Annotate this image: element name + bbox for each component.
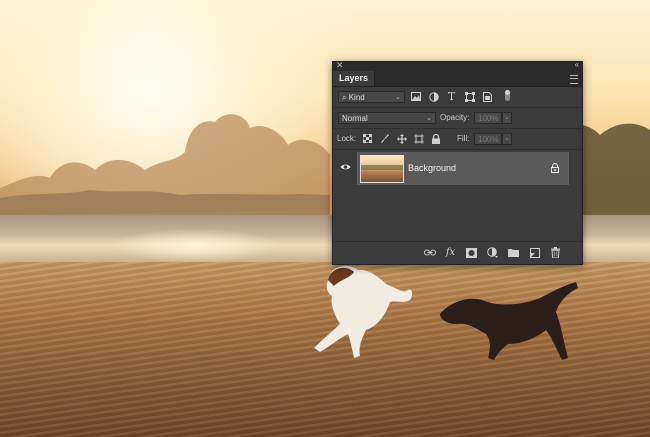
blend-mode-dropdown[interactable]: Normal ⌄ <box>338 112 436 124</box>
smart-object-filter-icon[interactable] <box>481 90 494 103</box>
shape-filter-icon[interactable] <box>463 90 476 103</box>
lock-all-icon[interactable] <box>429 132 442 145</box>
white-dog <box>314 265 413 358</box>
dark-dog <box>440 282 578 360</box>
new-layer-icon[interactable] <box>528 246 541 259</box>
fill-input[interactable]: 100% <box>474 133 502 145</box>
tab-layers[interactable]: Layers <box>333 71 376 86</box>
filter-icons: T <box>409 90 494 104</box>
filter-toggle-switch[interactable] <box>505 90 510 101</box>
type-filter-icon[interactable]: T <box>445 90 458 103</box>
layer-thumbnail <box>360 155 404 183</box>
new-group-icon[interactable] <box>507 246 520 259</box>
panel-bottom-bar: fx <box>333 241 582 264</box>
collapse-panel-icon[interactable]: ‹‹ <box>575 60 579 69</box>
running-dogs <box>314 265 578 360</box>
fill-label: Fill: <box>457 134 470 143</box>
adjustment-layer-icon[interactable] <box>486 246 499 259</box>
panel-menu-icon[interactable] <box>570 75 578 84</box>
lock-label: Lock: <box>337 134 357 143</box>
chevron-down-icon: ⌄ <box>426 115 432 122</box>
layers-panel: ✕ ‹‹ Layers ⌕ Kind ⌄ T Normal ⌄ Opacity:… <box>332 60 583 265</box>
water-glint <box>110 228 280 263</box>
eye-icon[interactable] <box>340 163 351 173</box>
close-icon[interactable]: ✕ <box>336 60 344 71</box>
lock-row: Lock: Fill: 100% ⌄ <box>333 129 582 150</box>
lock-artboard-icon[interactable] <box>412 132 425 145</box>
filter-kind-dropdown[interactable]: ⌕ Kind ⌄ <box>338 91 405 103</box>
opacity-input[interactable]: 100% <box>474 112 502 124</box>
link-layers-icon[interactable] <box>423 246 436 259</box>
panel-tab-row: Layers <box>333 71 582 87</box>
layer-name[interactable]: Background <box>408 152 456 185</box>
filter-row: ⌕ Kind ⌄ T <box>333 87 582 108</box>
lock-position-icon[interactable] <box>395 132 408 145</box>
fx-icon[interactable]: fx <box>444 246 457 259</box>
lock-image-pixels-icon[interactable] <box>378 132 391 145</box>
search-icon: ⌕ <box>342 93 347 102</box>
pixel-filter-icon[interactable] <box>409 90 422 103</box>
panel-title-bar[interactable]: ✕ ‹‹ <box>333 60 582 71</box>
lock-icon <box>551 162 559 175</box>
blend-mode-value: Normal <box>342 114 368 123</box>
opacity-slider-toggle[interactable]: ⌄ <box>502 112 512 124</box>
lock-transparent-pixels-icon[interactable] <box>361 132 374 145</box>
filter-kind-label: Kind <box>348 93 365 102</box>
lock-icons <box>361 132 442 145</box>
blend-row: Normal ⌄ Opacity: 100% ⌄ <box>333 108 582 129</box>
layer-row-background[interactable]: Background <box>357 152 569 185</box>
opacity-label: Opacity: <box>440 113 470 122</box>
chevron-down-icon: ⌄ <box>395 94 401 101</box>
adjustment-filter-icon[interactable] <box>427 90 440 103</box>
delete-layer-icon[interactable] <box>549 246 562 259</box>
bottom-icons: fx <box>423 246 562 259</box>
fill-slider-toggle[interactable]: ⌄ <box>502 133 512 145</box>
add-mask-icon[interactable] <box>465 246 478 259</box>
